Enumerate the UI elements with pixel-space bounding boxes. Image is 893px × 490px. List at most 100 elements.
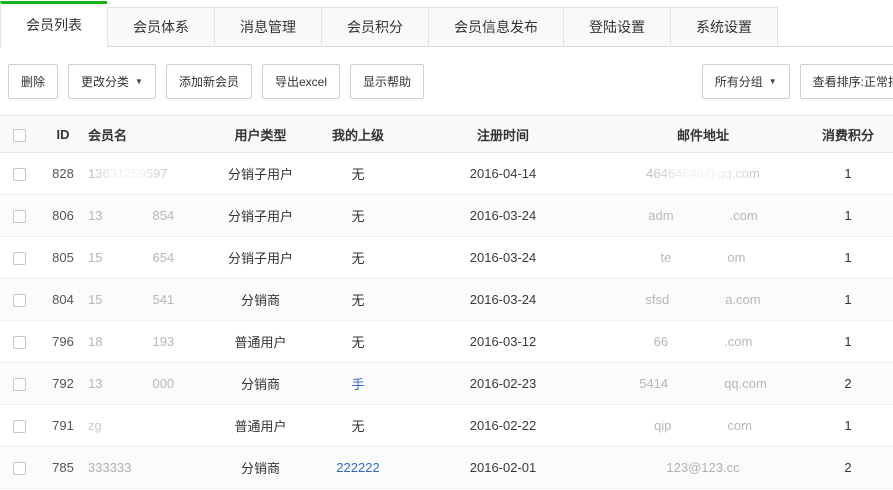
member-name: 333333: [88, 460, 131, 475]
header-parent: 我的上级: [313, 116, 403, 153]
row-checkbox[interactable]: [13, 168, 26, 181]
table-row: 79618193普通用户无2016-03-1266.com1: [0, 321, 893, 363]
row-checkbox[interactable]: [13, 462, 26, 475]
register-date: 2016-03-24: [403, 279, 603, 321]
user-type: 分销商: [208, 447, 313, 489]
parent-cell: 无: [313, 321, 403, 363]
table-body: 82813631259597分销子用户无2016-04-1446464646@q…: [0, 153, 893, 489]
left-button-4[interactable]: 导出excel: [262, 64, 340, 99]
tab-2[interactable]: 会员体系: [107, 7, 214, 46]
points-cell: 2: [803, 363, 893, 405]
row-checkbox[interactable]: [13, 420, 26, 433]
user-type: 分销商: [208, 363, 313, 405]
member-name-cell: zg: [88, 405, 208, 447]
email: teom: [661, 250, 746, 265]
tab-1[interactable]: 会员列表: [0, 1, 107, 47]
select-all-checkbox[interactable]: [13, 129, 26, 142]
table-row: 791zg普通用户无2016-02-22qipcom1: [0, 405, 893, 447]
caret-down-icon: ▼: [135, 78, 143, 86]
parent-label: 无: [351, 167, 364, 182]
header-email: 邮件地址: [603, 116, 803, 153]
parent-cell: 无: [313, 153, 403, 195]
parent-link[interactable]: 手: [351, 377, 364, 392]
email-cell: teom: [603, 237, 803, 279]
member-name-cell: 333333: [88, 447, 208, 489]
tab-7[interactable]: 系统设置: [670, 7, 778, 46]
register-date: 2016-02-23: [403, 363, 603, 405]
email-visible-end: .com: [724, 334, 752, 349]
table-row: 80515654分销子用户无2016-03-24teom1: [0, 237, 893, 279]
tab-4[interactable]: 会员积分: [321, 7, 428, 46]
parent-cell: 222222: [313, 447, 403, 489]
parent-cell: 手: [313, 363, 403, 405]
member-name-visible-end: 854: [152, 208, 174, 223]
row-checkbox[interactable]: [13, 210, 26, 223]
row-checkbox[interactable]: [13, 294, 26, 307]
email-visible-start: 5414: [639, 376, 668, 391]
email-visible-end: .com: [730, 208, 758, 223]
email: 66.com: [654, 334, 753, 349]
email-cell: 66.com: [603, 321, 803, 363]
email: 46464646@qq.com: [646, 166, 760, 181]
member-name-text: 333333: [88, 460, 131, 475]
toolbar-left: 删除更改分类▼ 添加新会员导出excel 显示帮助: [8, 64, 434, 99]
tab-3[interactable]: 消息管理: [214, 7, 321, 46]
tab-bar: 会员列表会员体系消息管理会员积分会员信息发布登陆设置系统设置: [0, 0, 893, 47]
member-name-cell: 13 000: [88, 363, 208, 405]
email-text: 46464646@qq.com: [646, 166, 760, 181]
table-header: ID 会员名 用户类型 我的上级 注册时间 邮件地址 消费积分: [0, 116, 893, 153]
left-button-1[interactable]: 删除: [8, 64, 58, 99]
member-id: 805: [38, 237, 88, 279]
member-id: 792: [38, 363, 88, 405]
member-name: 13854: [88, 208, 174, 223]
left-button-3[interactable]: 添加新会员: [166, 64, 252, 99]
header-register-date: 注册时间: [403, 116, 603, 153]
member-id: 828: [38, 153, 88, 195]
register-date: 2016-03-24: [403, 237, 603, 279]
parent-cell: 无: [313, 279, 403, 321]
tab-6[interactable]: 登陆设置: [563, 7, 670, 46]
email: qipcom: [654, 418, 752, 433]
member-id: 796: [38, 321, 88, 363]
left-button-5[interactable]: 显示帮助: [350, 64, 424, 99]
table-row: 82813631259597分销子用户无2016-04-1446464646@q…: [0, 153, 893, 195]
member-name-visible-end: 000: [152, 376, 174, 391]
header-member-name: 会员名: [88, 116, 208, 153]
member-name-visible-start: 18: [88, 334, 102, 349]
left-button-2[interactable]: 更改分类▼: [68, 64, 156, 99]
member-name-cell: 13854: [88, 195, 208, 237]
parent-label: 无: [351, 209, 364, 224]
email-visible-end: a.com: [725, 292, 760, 307]
member-name-cell: 15541: [88, 279, 208, 321]
parent-link[interactable]: 222222: [336, 460, 379, 475]
user-type: 分销子用户: [208, 237, 313, 279]
member-name-text: 13631259597: [88, 166, 168, 181]
table-row: 785333333分销商2222222016-02-01123@123.cc2: [0, 447, 893, 489]
member-name-visible-start: 15: [88, 292, 102, 307]
member-name: 13631259597: [88, 166, 168, 181]
email-visible-start: qip: [654, 418, 671, 433]
row-checkbox[interactable]: [13, 378, 26, 391]
right-button-2[interactable]: 查看排序:正常排序: [800, 64, 893, 99]
row-checkbox[interactable]: [13, 252, 26, 265]
row-checkbox[interactable]: [13, 336, 26, 349]
email: 5414qq.com: [639, 376, 767, 391]
parent-cell: 无: [313, 405, 403, 447]
email-cell: 123@123.cc: [603, 447, 803, 489]
checkbox-cell: [0, 405, 38, 447]
user-type: 分销子用户: [208, 153, 313, 195]
checkbox-cell: [0, 363, 38, 405]
right-button-1[interactable]: 所有分组▼: [702, 64, 790, 99]
member-name: 15541: [88, 292, 174, 307]
user-type: 普通用户: [208, 405, 313, 447]
checkbox-cell: [0, 279, 38, 321]
points-cell: 1: [803, 279, 893, 321]
member-name: 18193: [88, 334, 174, 349]
toolbar: 删除更改分类▼ 添加新会员导出excel 显示帮助 所有分组▼ 查看排序:正常排序: [0, 47, 893, 115]
member-name-text: zg: [88, 418, 102, 433]
tab-5[interactable]: 会员信息发布: [428, 7, 563, 46]
email: sfsda.com: [645, 292, 760, 307]
member-name-visible-start: 13: [88, 376, 102, 391]
email-visible-start: te: [661, 250, 672, 265]
member-name-visible-end: 654: [152, 250, 174, 265]
